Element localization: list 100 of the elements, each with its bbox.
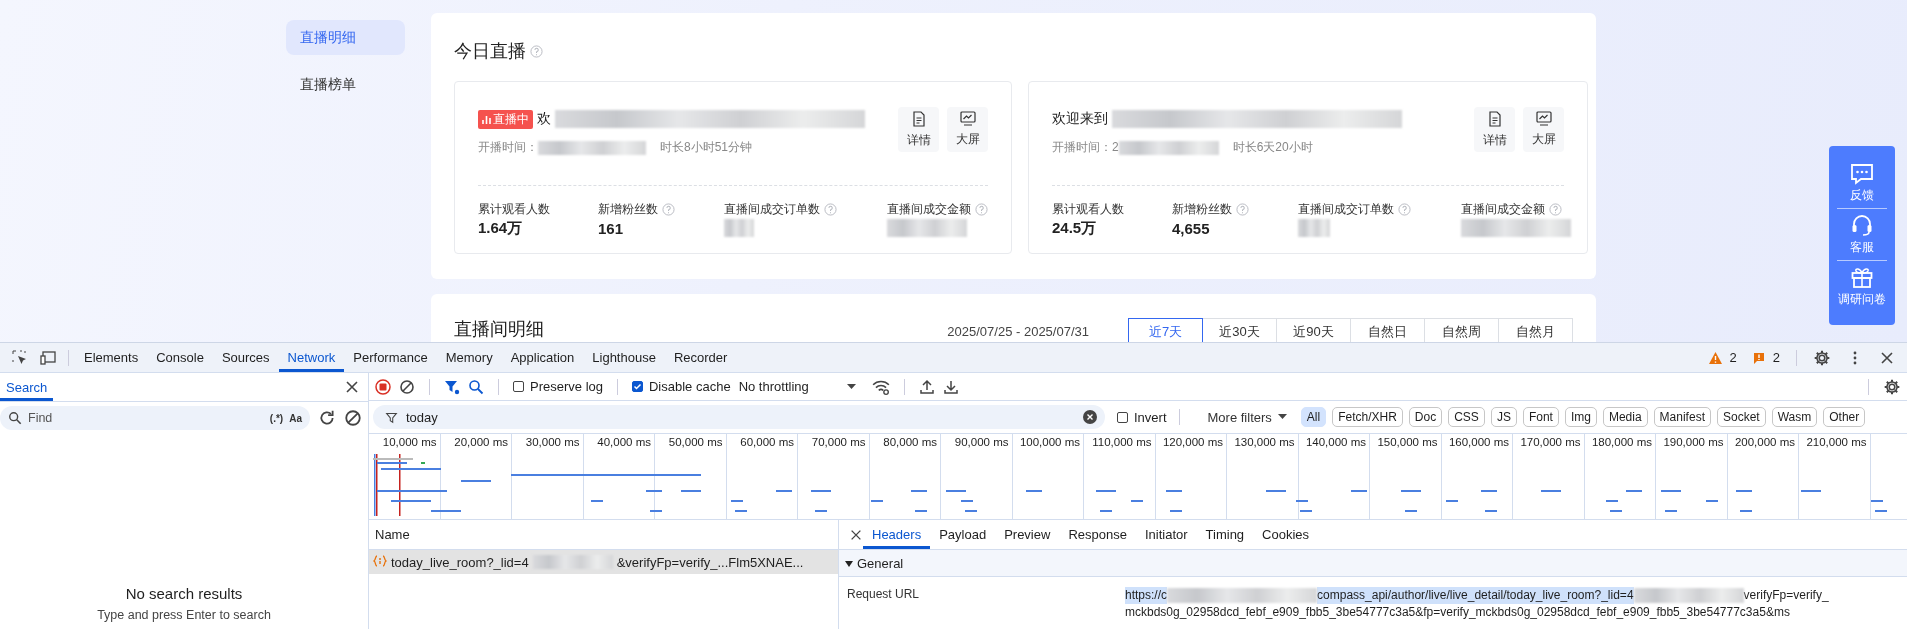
clear-icon[interactable] xyxy=(344,409,362,427)
settings-icon[interactable] xyxy=(1813,348,1831,367)
filter-field[interactable]: today xyxy=(373,405,1105,429)
refresh-icon[interactable] xyxy=(318,409,336,427)
device-icon[interactable] xyxy=(40,349,56,366)
type-filter-chip[interactable]: Manifest xyxy=(1653,407,1711,427)
time-tick-label: 50,000 ms xyxy=(668,436,723,448)
big-screen-button[interactable]: 大屏 xyxy=(1523,107,1564,152)
inspect-icon[interactable] xyxy=(12,349,28,366)
big-screen-button[interactable]: 大屏 xyxy=(947,107,988,152)
type-filter-chip[interactable]: JS xyxy=(1490,407,1517,427)
url-text: https://c xyxy=(1125,587,1168,604)
date-range-tab[interactable]: 自然月 xyxy=(1498,318,1573,342)
request-row[interactable]: today_live_room?_lid=4 &verifyFp=verify_...Flm5XNAE... xyxy=(369,550,838,574)
time-tick-label: 60,000 ms xyxy=(740,436,794,448)
type-filter-chip[interactable]: Wasm xyxy=(1771,407,1818,427)
issue-icon xyxy=(1752,351,1765,364)
type-filter-chip[interactable]: All xyxy=(1300,407,1327,427)
checkbox[interactable] xyxy=(513,381,524,392)
stat-value: 24.5万 xyxy=(1052,218,1097,238)
room-title: 欢 xyxy=(537,110,551,128)
stat-label: 直播间成交金额 xyxy=(887,200,971,218)
detail-tab[interactable]: Timing xyxy=(1196,520,1254,549)
panel-tab[interactable]: Application xyxy=(501,343,584,372)
float-menu-item[interactable]: 调研问卷 xyxy=(1838,265,1886,308)
detail-tab[interactable]: Response xyxy=(1059,520,1136,549)
clear-input-icon[interactable] xyxy=(1083,410,1097,424)
float-menu-item[interactable]: 客服 xyxy=(1850,213,1874,256)
details-button[interactable]: 详情 xyxy=(898,107,939,152)
filter-icon xyxy=(385,410,398,424)
time-tick-label: 90,000 ms xyxy=(954,436,1009,448)
sidebar-item[interactable]: 直播榜单 xyxy=(286,67,405,102)
record-button[interactable] xyxy=(375,378,391,395)
checkbox[interactable] xyxy=(632,381,643,392)
issue-count[interactable]: 2 xyxy=(1746,350,1780,365)
date-range-tab[interactable]: 近7天 xyxy=(1128,318,1203,342)
sidebar-item[interactable]: 直播明细 xyxy=(286,20,405,55)
panel-tab[interactable]: Network xyxy=(278,343,345,372)
search-tab[interactable]: Search xyxy=(0,373,54,401)
time-tick-label: 130,000 ms xyxy=(1234,436,1295,448)
blurred-text xyxy=(1298,219,1330,237)
date-range-tab[interactable]: 自然周 xyxy=(1424,318,1499,342)
url-text: verifyFp=verify_ xyxy=(1743,587,1829,604)
throttling-dropdown[interactable]: No throttling xyxy=(738,379,856,394)
type-filter-chip[interactable]: Img xyxy=(1564,407,1597,427)
panel-tab[interactable]: Performance xyxy=(344,343,437,372)
type-filter-chip[interactable]: Doc xyxy=(1408,407,1443,427)
section-header[interactable]: General xyxy=(839,550,1907,577)
date-range-tab[interactable]: 自然日 xyxy=(1350,318,1425,342)
checkbox[interactable] xyxy=(1117,411,1128,423)
stat-label: 直播间成交订单数 xyxy=(724,200,820,218)
time-tick-label: 70,000 ms xyxy=(811,436,866,448)
stat-value: 1.64万 xyxy=(478,218,523,238)
time-tick-label: 140,000 ms xyxy=(1305,436,1366,448)
type-filter-chip[interactable]: Socket xyxy=(1716,407,1766,427)
settings-icon[interactable] xyxy=(1883,377,1901,396)
clear-icon[interactable] xyxy=(399,378,415,395)
detail-tab[interactable]: Preview xyxy=(995,520,1060,549)
time-tick-label: 80,000 ms xyxy=(883,436,937,448)
details-button[interactable]: 详情 xyxy=(1474,107,1515,152)
time-tick-label: 30,000 ms xyxy=(525,436,580,448)
duration-text: 时长8小时51分钟 xyxy=(660,139,753,156)
close-icon[interactable] xyxy=(344,379,360,395)
search-field[interactable]: Find (.*) Aa xyxy=(0,406,310,430)
type-filter-chip[interactable]: Media xyxy=(1602,407,1648,427)
regex-toggle[interactable]: (.*) xyxy=(269,412,284,424)
stat-label: 新增粉丝数 xyxy=(1172,200,1232,218)
url-text: compass_api/author/live/live_detail/today_live_room?_lid=4 xyxy=(1317,587,1634,604)
panel-tab[interactable]: Elements xyxy=(75,343,148,372)
search-icon[interactable] xyxy=(468,378,484,395)
time-tick-label: 120,000 ms xyxy=(1162,436,1223,448)
close-icon[interactable] xyxy=(1879,349,1895,366)
stat-value: 161 xyxy=(598,219,624,237)
upload-icon[interactable] xyxy=(918,378,935,395)
more-filters-dropdown[interactable]: More filters xyxy=(1207,409,1287,425)
panel-tab[interactable]: Memory xyxy=(436,343,502,372)
time-tick-label: 110,000 ms xyxy=(1092,436,1152,448)
type-filter-chip[interactable]: Other xyxy=(1823,407,1866,427)
live-badge: 直播中 xyxy=(478,109,533,129)
download-icon[interactable] xyxy=(942,378,959,395)
blurred-text xyxy=(724,219,754,237)
type-filter-chip[interactable]: Fetch/XHR xyxy=(1332,407,1403,427)
filter-icon[interactable] xyxy=(444,378,460,395)
headset-icon xyxy=(1850,213,1874,237)
panel-tab[interactable]: Sources xyxy=(212,343,279,372)
panel-tab[interactable]: Recorder xyxy=(664,343,737,372)
detail-tab[interactable]: Cookies xyxy=(1253,520,1319,549)
time-tick-label: 160,000 ms xyxy=(1448,436,1509,448)
float-menu-item[interactable]: 反馈 xyxy=(1850,163,1874,204)
gift-icon xyxy=(1850,265,1874,289)
match-case-toggle[interactable]: Aa xyxy=(289,412,302,424)
type-filter-chip[interactable]: Font xyxy=(1522,407,1559,427)
detail-tab[interactable]: Initiator xyxy=(1135,520,1197,549)
stat-value: 4,655 xyxy=(1172,219,1210,237)
type-filter-chip[interactable]: CSS xyxy=(1448,407,1485,427)
warning-count[interactable]: 2 xyxy=(1702,350,1737,365)
detail-tab[interactable]: Payload xyxy=(930,520,996,549)
panel-tab[interactable]: Console xyxy=(147,343,213,372)
panel-tab[interactable]: Lighthouse xyxy=(583,343,665,372)
date-range-text: 2025/07/25 - 2025/07/31 xyxy=(947,323,1089,341)
